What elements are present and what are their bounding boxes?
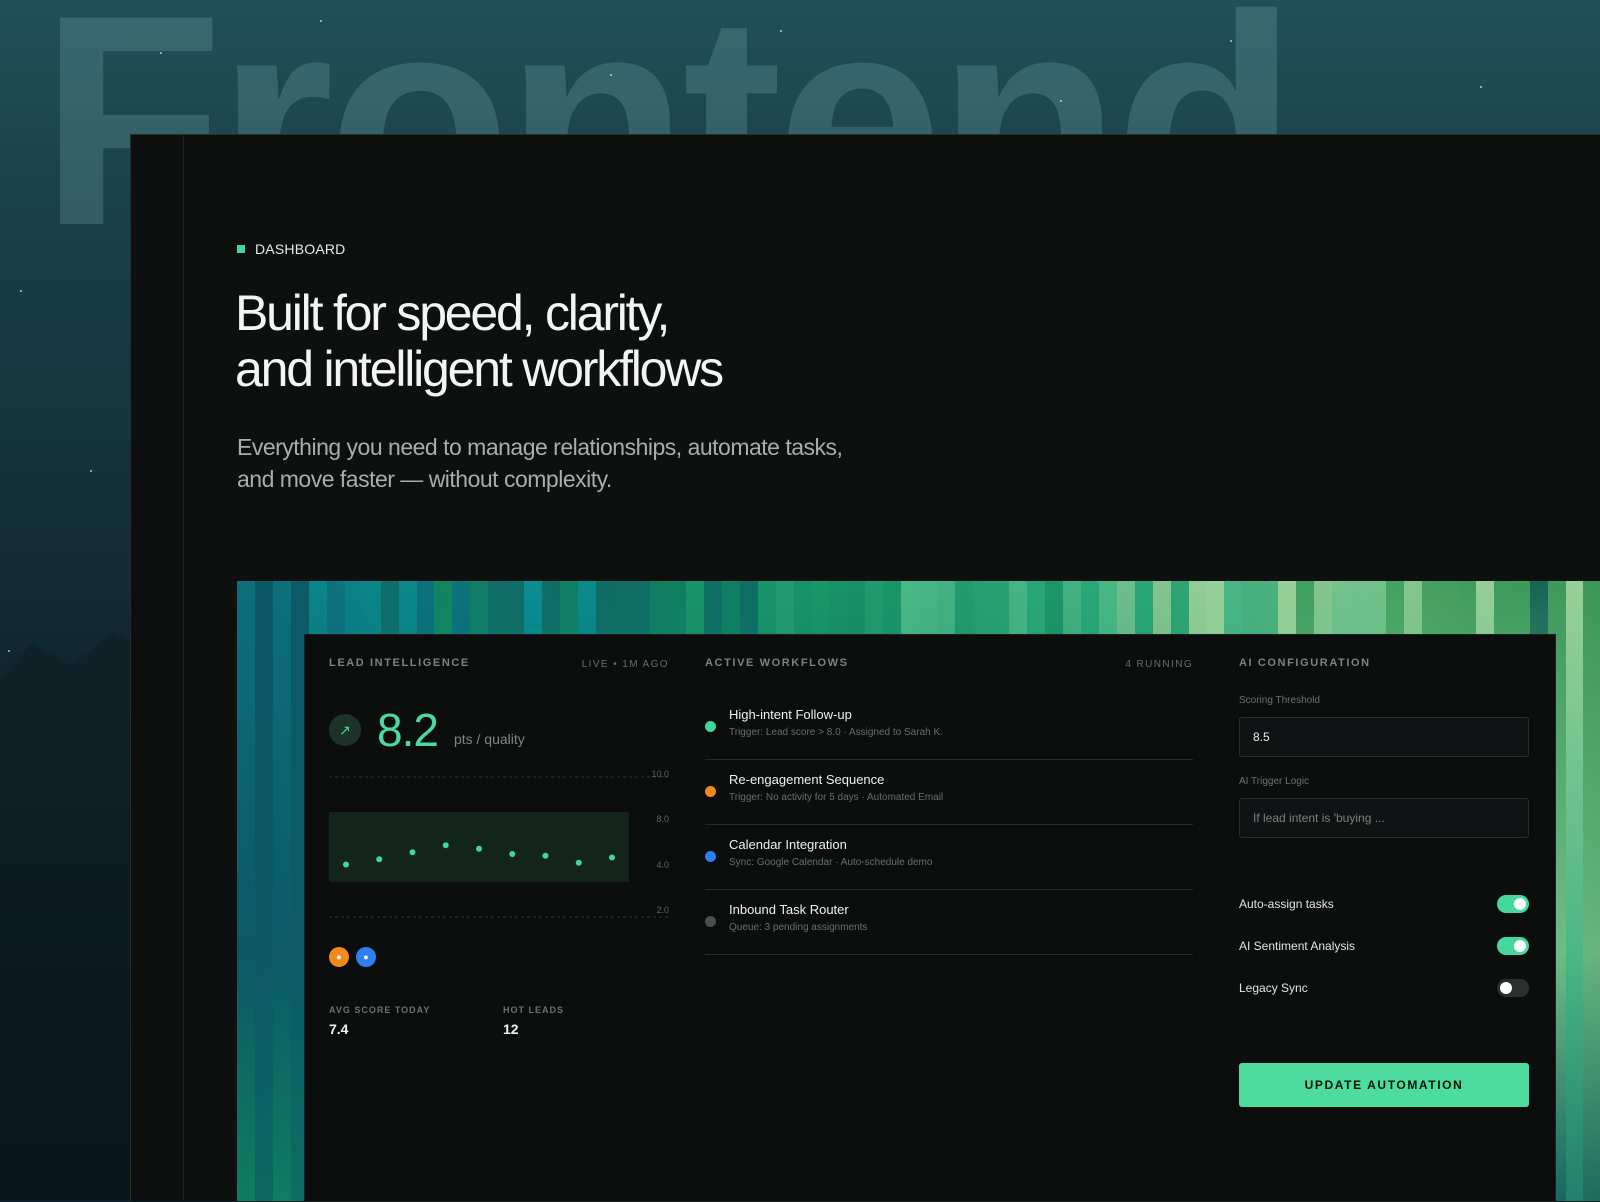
star xyxy=(780,30,782,32)
subtitle-line: and move faster — without complexity. xyxy=(237,466,612,492)
score-chart: 10.0 8.0 4.0 2.0 xyxy=(329,767,669,927)
quality-unit: pts / quality xyxy=(453,731,525,747)
workflow-name: Calendar Integration xyxy=(729,837,847,852)
section-eyebrow: DASHBOARD xyxy=(237,241,345,257)
lead-intelligence-status: LIVE • 1M AGO xyxy=(581,659,669,670)
workflow-item[interactable]: Calendar Integration Sync: Google Calend… xyxy=(705,825,1193,890)
star xyxy=(20,290,22,292)
stat-hot-leads: HOT LEADS 12 xyxy=(503,1005,564,1037)
toggle-sentiment: AI Sentiment Analysis xyxy=(1239,937,1529,957)
chart-point xyxy=(442,842,449,849)
stat-value: 12 xyxy=(503,1021,519,1037)
star xyxy=(610,74,612,76)
page-headline: Built for speed, clarity, and intelligen… xyxy=(235,285,724,397)
pixel-art-column xyxy=(254,581,273,1201)
workflow-item[interactable]: Re-engagement Sequence Trigger: No activ… xyxy=(705,760,1193,825)
chart-point xyxy=(476,845,482,852)
headline-line: Built for speed, clarity, xyxy=(235,285,670,341)
pixel-art-column xyxy=(1583,581,1600,1201)
y-tick-label: 2.0 xyxy=(656,905,669,915)
toggle-knob xyxy=(1500,982,1512,994)
avatar[interactable]: ● xyxy=(329,947,349,967)
y-tick-label: 4.0 xyxy=(656,860,669,870)
stat-label: HOT LEADS xyxy=(503,1005,565,1015)
subtitle-line: Everything you need to manage relationsh… xyxy=(237,434,843,460)
score-row: ↗ 8.2 pts / quality xyxy=(329,703,525,757)
toggle-knob xyxy=(1514,898,1526,910)
y-tick-label: 8.0 xyxy=(656,814,669,824)
chart-point xyxy=(509,851,516,857)
toggle-label: Auto-assign tasks xyxy=(1239,897,1334,911)
toggle-switch[interactable] xyxy=(1497,979,1529,997)
star xyxy=(1060,100,1062,102)
star xyxy=(1480,86,1482,88)
window-rail xyxy=(183,135,184,1201)
workflow-item[interactable]: Inbound Task Router Queue: 3 pending ass… xyxy=(705,890,1193,955)
toggle-label: AI Sentiment Analysis xyxy=(1239,939,1356,953)
workflow-item[interactable]: High-intent Follow-up Trigger: Lead scor… xyxy=(705,695,1193,760)
star xyxy=(160,52,162,54)
page-subtitle: Everything you need to manage relationsh… xyxy=(237,431,937,495)
workflow-description: Trigger: No activity for 5 days · Automa… xyxy=(729,792,944,803)
star xyxy=(1230,40,1232,42)
toggle-label: Legacy Sync xyxy=(1239,981,1308,995)
trigger-logic-input[interactable] xyxy=(1239,798,1529,838)
workflow-list: High-intent Follow-up Trigger: Lead scor… xyxy=(705,695,1193,955)
status-dot-icon xyxy=(705,916,716,927)
stat-label: AVG SCORE TODAY xyxy=(329,1005,431,1015)
status-dot-icon xyxy=(705,851,716,862)
toggle-auto-assign: Auto-assign tasks xyxy=(1239,895,1529,915)
lead-intelligence-title: LEAD INTELLIGENCE xyxy=(329,657,470,669)
dashboard-panel: LEAD INTELLIGENCE LIVE • 1M AGO ↗ 8.2 pt… xyxy=(304,634,1556,1202)
pixel-art-column xyxy=(1565,581,1584,1201)
chart-point xyxy=(609,854,615,861)
chart-point xyxy=(542,852,549,859)
status-dot-icon xyxy=(705,786,716,797)
workflows-status: 4 RUNNING xyxy=(1125,659,1193,670)
chart-point xyxy=(575,859,582,866)
pixel-art-column xyxy=(272,581,291,1201)
toggle-knob xyxy=(1514,940,1526,952)
chart-point xyxy=(343,861,349,868)
square-bullet-icon xyxy=(237,245,245,253)
score-chart-svg xyxy=(329,776,669,918)
stat-avg-score: AVG SCORE TODAY 7.4 xyxy=(329,1005,430,1037)
star xyxy=(320,20,322,22)
scoring-threshold-input[interactable] xyxy=(1239,717,1529,757)
threshold-label: Scoring Threshold xyxy=(1239,695,1320,706)
chart-point xyxy=(409,849,416,856)
eyebrow-label: DASHBOARD xyxy=(255,241,346,257)
workflow-description: Trigger: Lead score > 8.0 · Assigned to … xyxy=(729,727,943,738)
workflow-name: High-intent Follow-up xyxy=(729,707,852,722)
toggle-legacy-sync: Legacy Sync xyxy=(1239,979,1529,999)
arrow-up-right-icon: ↗ xyxy=(329,714,361,746)
avatar[interactable]: ● xyxy=(356,947,376,967)
update-automation-button[interactable]: UPDATE AUTOMATION xyxy=(1239,1063,1529,1107)
headline-line: and intelligent workflows xyxy=(235,341,724,397)
star xyxy=(8,650,10,652)
trigger-logic-label: AI Trigger Logic xyxy=(1239,776,1310,787)
toggle-switch[interactable] xyxy=(1497,937,1529,955)
y-tick-label: 10.0 xyxy=(651,769,669,779)
workflow-description: Queue: 3 pending assignments xyxy=(729,922,868,933)
chart-point xyxy=(376,856,383,863)
status-dot-icon xyxy=(705,721,716,732)
toggle-switch[interactable] xyxy=(1497,895,1529,913)
assignee-avatars: ● ● xyxy=(329,947,376,967)
quality-score: 8.2 xyxy=(377,704,439,756)
workflow-name: Inbound Task Router xyxy=(729,902,849,917)
star xyxy=(90,470,92,472)
workflow-description: Sync: Google Calendar · Auto-schedule de… xyxy=(729,857,933,868)
ai-configuration-title: AI CONFIGURATION xyxy=(1239,657,1371,669)
pixel-art-column xyxy=(237,581,255,1201)
workflow-name: Re-engagement Sequence xyxy=(729,772,885,787)
workflows-title: ACTIVE WORKFLOWS xyxy=(705,657,849,669)
stat-value: 7.4 xyxy=(329,1021,349,1037)
